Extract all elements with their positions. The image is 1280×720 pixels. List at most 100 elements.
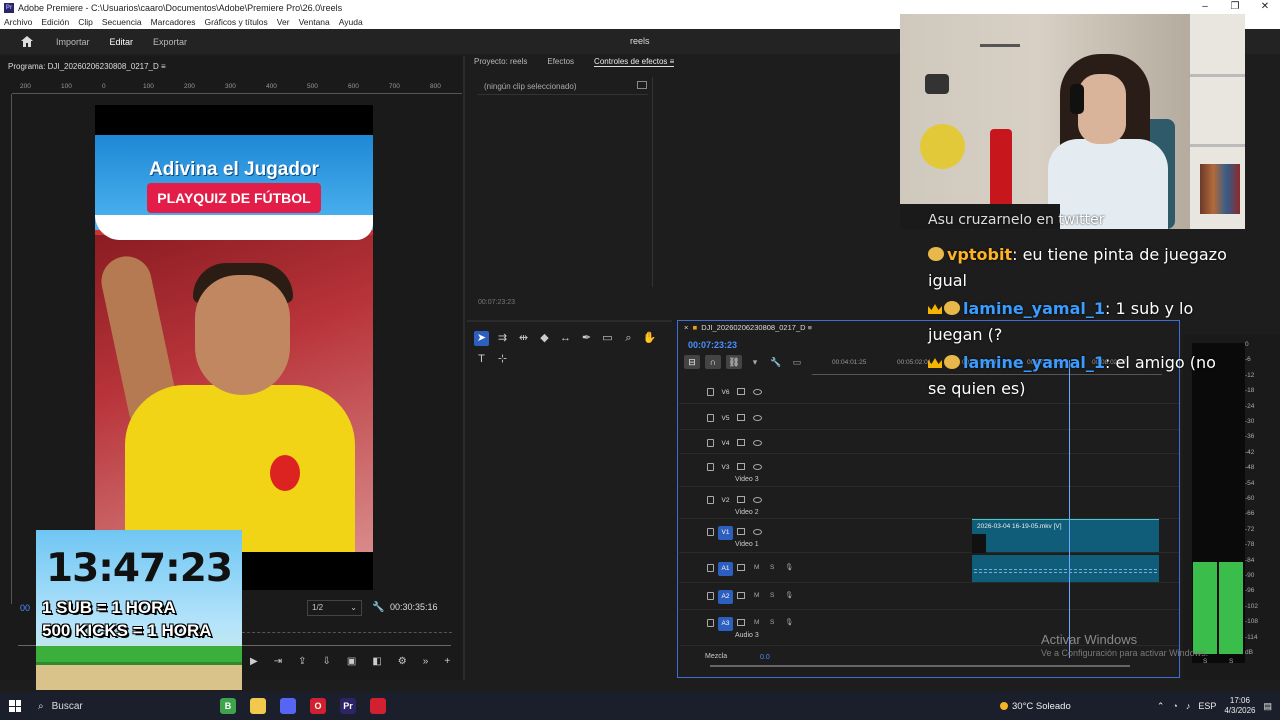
sync-lock-icon[interactable]: [737, 388, 745, 395]
pen-icon[interactable]: ✒: [579, 331, 594, 346]
taskbar-app-4[interactable]: Pr: [340, 698, 356, 714]
track-target[interactable]: V2: [718, 494, 733, 508]
meter-solo-label[interactable]: S: [1203, 658, 1207, 665]
minimize-button[interactable]: –: [1190, 0, 1220, 15]
track-select-icon[interactable]: ⇉: [495, 331, 510, 346]
nav-editar[interactable]: Editar: [110, 37, 134, 47]
extract-icon[interactable]: ⇩: [322, 656, 330, 670]
taskbar-app-0[interactable]: B: [220, 698, 236, 714]
menu-ver[interactable]: Ver: [277, 17, 290, 27]
taskbar-app-2[interactable]: [280, 698, 296, 714]
text-tool-icon[interactable]: T: [474, 352, 489, 367]
volume-icon[interactable]: ♪: [1186, 701, 1191, 711]
menu-marcadores[interactable]: Marcadores: [151, 17, 196, 27]
tab-efectos[interactable]: Efectos: [547, 57, 574, 67]
marker-icon[interactable]: ▾: [747, 355, 763, 369]
lock-icon[interactable]: [707, 592, 714, 600]
nav-exportar[interactable]: Exportar: [153, 37, 187, 47]
video-track-v3[interactable]: V3 Video 3: [679, 454, 1179, 487]
close-button[interactable]: ✕: [1250, 0, 1280, 15]
play-icon[interactable]: ▶: [250, 656, 258, 670]
taskbar-app-1[interactable]: [250, 698, 266, 714]
compare-icon[interactable]: ◧: [372, 656, 381, 670]
playhead[interactable]: [1069, 360, 1070, 658]
timeline-scrollbar[interactable]: [710, 665, 1130, 667]
maximize-button[interactable]: ❐: [1220, 0, 1250, 15]
program-timecode[interactable]: 00: [20, 603, 30, 613]
mute-button[interactable]: M: [754, 592, 759, 599]
menu-secuencia[interactable]: Secuencia: [102, 17, 142, 27]
video-track-v4[interactable]: V4: [679, 430, 1179, 454]
mute-button[interactable]: M: [754, 564, 759, 571]
wrench-icon[interactable]: 🔧: [372, 602, 384, 613]
video-track-v5[interactable]: V5: [679, 404, 1179, 430]
lock-icon[interactable]: [707, 619, 714, 627]
track-target[interactable]: V6: [718, 386, 733, 400]
timeline-wrench-icon[interactable]: 🔧: [768, 355, 784, 369]
taskbar-app-5[interactable]: [370, 698, 386, 714]
eye-icon[interactable]: [753, 497, 762, 503]
chevron-up-icon[interactable]: ⌃: [1157, 701, 1165, 712]
rectangle-icon[interactable]: ▭: [600, 331, 615, 346]
lock-icon[interactable]: [707, 439, 714, 447]
menu-archivo[interactable]: Archivo: [4, 17, 32, 27]
track-target[interactable]: A2: [718, 590, 733, 604]
taskbar-search[interactable]: ⌕ Buscar: [30, 692, 170, 720]
sync-lock-icon[interactable]: [737, 414, 745, 421]
settings-icon[interactable]: ⚙: [398, 656, 407, 670]
insert-icon[interactable]: ⊟: [684, 355, 700, 369]
lock-icon[interactable]: [707, 463, 714, 471]
more-icon[interactable]: »: [423, 656, 429, 670]
menu-clip[interactable]: Clip: [78, 17, 93, 27]
selection-tool-icon[interactable]: ➤: [474, 331, 489, 346]
zoom-icon[interactable]: ⌕: [621, 331, 636, 346]
taskbar-clock[interactable]: 17:06 4/3/2026: [1224, 696, 1255, 716]
sync-lock-icon[interactable]: [737, 528, 745, 535]
sync-lock-icon[interactable]: [737, 496, 745, 503]
step-forward-icon[interactable]: ⇥: [274, 656, 282, 670]
hand-icon[interactable]: ✋: [642, 331, 657, 346]
track-target[interactable]: A1: [718, 562, 733, 576]
start-button[interactable]: [0, 692, 30, 720]
mic-icon[interactable]: 🎙: [785, 618, 793, 626]
track-target[interactable]: V3: [718, 461, 733, 475]
eye-icon[interactable]: [753, 464, 762, 470]
taskbar-app-3[interactable]: O: [310, 698, 326, 714]
timeline-title[interactable]: × ■ DJI_20260206230808_0217_D ≡: [684, 323, 812, 332]
program-monitor-title[interactable]: Programa: DJI_20260206230808_0217_D ≡: [8, 62, 166, 71]
menu-ayuda[interactable]: Ayuda: [339, 17, 363, 27]
solo-button[interactable]: S: [770, 592, 774, 599]
tab-controles[interactable]: Controles de efectos ≡: [594, 57, 675, 67]
track-target[interactable]: A3: [718, 617, 733, 631]
track-target[interactable]: V5: [718, 412, 733, 426]
razor-icon[interactable]: ◆: [537, 331, 552, 346]
solo-button[interactable]: S: [770, 564, 774, 571]
audio-clip[interactable]: [972, 555, 1159, 582]
camera-icon[interactable]: ▣: [347, 656, 356, 670]
linked-icon[interactable]: ⛓: [726, 355, 742, 369]
panel-toggle-icon[interactable]: [637, 81, 647, 89]
menu-edicion[interactable]: Edición: [41, 17, 69, 27]
mic-icon[interactable]: 🎙: [785, 591, 793, 599]
meter-solo-label[interactable]: S: [1229, 658, 1233, 665]
menu-ventana[interactable]: Ventana: [299, 17, 330, 27]
audio-track-a2[interactable]: A2 M S 🎙: [679, 583, 1179, 610]
slip-icon[interactable]: ↔: [558, 331, 573, 346]
video-track-v2[interactable]: V2 Video 2: [679, 487, 1179, 519]
lock-icon[interactable]: [707, 496, 714, 504]
sync-lock-icon[interactable]: [737, 619, 745, 626]
eye-icon[interactable]: [753, 389, 762, 395]
snap-icon[interactable]: ∩: [705, 355, 721, 369]
eye-icon[interactable]: [753, 440, 762, 446]
sync-lock-icon[interactable]: [737, 592, 745, 599]
eye-icon[interactable]: [753, 415, 762, 421]
sync-lock-icon[interactable]: [737, 564, 745, 571]
menu-graficos[interactable]: Gráficos y títulos: [204, 17, 267, 27]
sync-lock-icon[interactable]: [737, 463, 745, 470]
nav-importar[interactable]: Importar: [56, 37, 90, 47]
lock-icon[interactable]: [707, 528, 714, 536]
solo-button[interactable]: S: [770, 619, 774, 626]
lang-indicator[interactable]: ESP: [1198, 701, 1216, 711]
mix-value[interactable]: 0.0: [760, 654, 770, 661]
eye-icon[interactable]: [753, 529, 762, 535]
